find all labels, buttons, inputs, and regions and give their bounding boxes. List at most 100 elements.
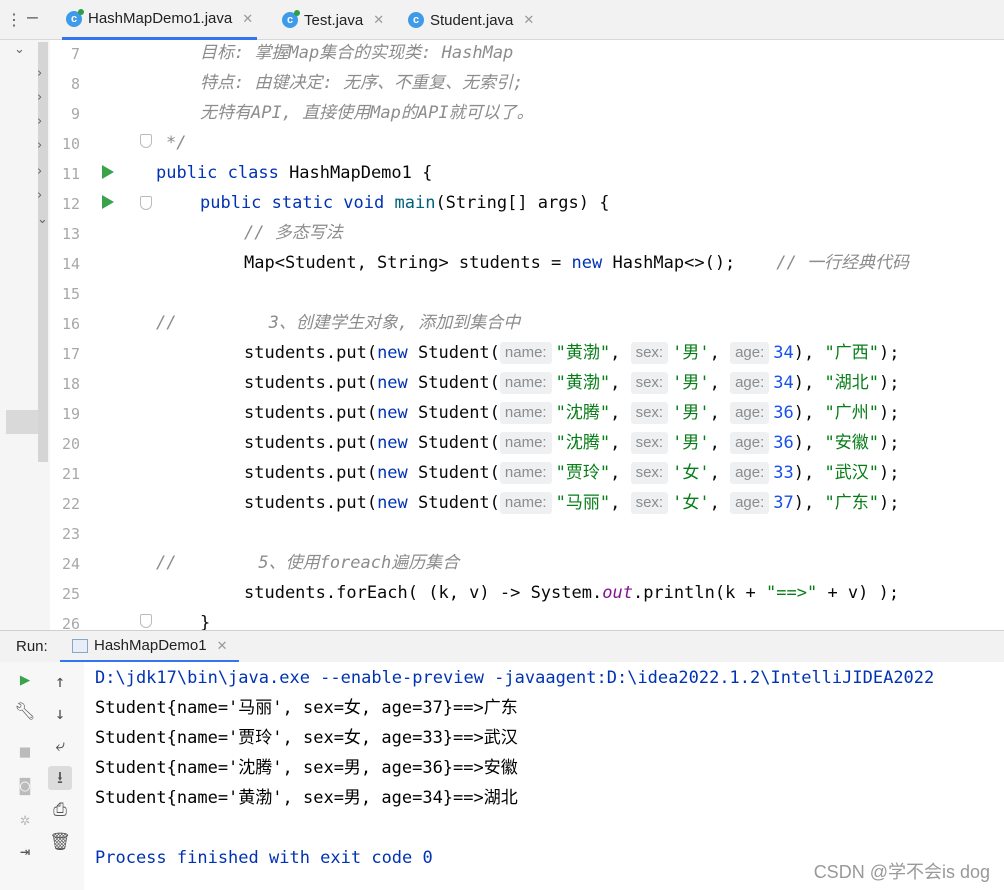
more-tabs-icon[interactable]: ⋮ bbox=[6, 10, 22, 29]
run-gutter-icon[interactable] bbox=[102, 165, 114, 179]
chevron-right-icon[interactable]: › bbox=[37, 66, 42, 81]
java-class-icon: c bbox=[408, 12, 424, 28]
line-number: 11 bbox=[61, 165, 80, 183]
line-number: 18 bbox=[61, 375, 80, 393]
settings-icon[interactable]: ✲ bbox=[13, 808, 37, 832]
run-tab-label: HashMapDemo1 bbox=[94, 637, 207, 654]
tab-test[interactable]: c Test.java ✕ bbox=[282, 0, 384, 40]
argument-value: "湖北" bbox=[824, 373, 879, 393]
param-hint: sex: bbox=[630, 372, 669, 394]
line-number: 24 bbox=[61, 555, 80, 573]
line-number: 14 bbox=[61, 255, 80, 273]
code-editor[interactable]: 7 8 9 10 11 12 13 14 15 16 17 18 19 20 2… bbox=[50, 40, 1004, 630]
tab-label: Test.java bbox=[304, 11, 364, 29]
close-icon[interactable]: ✕ bbox=[373, 12, 384, 28]
put-line: students.put(new Student(name: "黄渤", sex:… bbox=[244, 372, 900, 394]
put-line: students.put(new Student(name: "沈腾", sex:… bbox=[244, 432, 900, 454]
code-line-14: Map<Student, String> students = new Hash… bbox=[244, 253, 909, 273]
run-tab-hashmapdemo1[interactable]: HashMapDemo1 ✕ bbox=[60, 631, 240, 663]
param-hint: age: bbox=[730, 342, 770, 364]
minimize-icon[interactable]: — bbox=[27, 7, 38, 28]
rerun-icon[interactable]: ▶ bbox=[13, 668, 37, 692]
line-number: 23 bbox=[61, 525, 80, 543]
fold-marker-icon[interactable] bbox=[140, 196, 152, 210]
argument-value: "武汉" bbox=[824, 463, 879, 483]
console-output-line: Student{name='沈腾', sex=男, age=36}==>安徽 bbox=[95, 758, 518, 778]
scroll-to-end-icon[interactable]: ⭳ bbox=[48, 766, 72, 790]
chevron-right-icon[interactable]: › bbox=[37, 90, 42, 105]
line-number: 25 bbox=[61, 585, 80, 603]
tab-label: Student.java bbox=[430, 11, 514, 29]
argument-value: "马丽" bbox=[555, 493, 611, 513]
fold-marker-icon[interactable] bbox=[140, 614, 152, 628]
camera-icon[interactable]: ◙ bbox=[13, 774, 37, 798]
param-hint: sex: bbox=[630, 492, 669, 514]
param-hint: name: bbox=[499, 402, 552, 424]
tab-student[interactable]: c Student.java ✕ bbox=[408, 0, 534, 40]
stop-icon[interactable]: ■ bbox=[13, 740, 37, 764]
scrollbar[interactable] bbox=[38, 42, 48, 462]
line-number: 13 bbox=[61, 225, 80, 243]
argument-value: '女' bbox=[672, 463, 710, 483]
wrench-icon[interactable]: 🔧︎ bbox=[13, 700, 37, 724]
code-line-13: // 多态写法 bbox=[244, 223, 343, 243]
argument-value: 34 bbox=[773, 343, 794, 363]
argument-value: "沈腾" bbox=[555, 433, 611, 453]
console-output-line: Student{name='黄渤', sex=男, age=34}==>湖北 bbox=[95, 788, 518, 808]
param-hint: sex: bbox=[630, 342, 669, 364]
close-icon[interactable]: ✕ bbox=[523, 12, 534, 28]
run-gutter-icon[interactable] bbox=[102, 195, 114, 209]
param-hint: sex: bbox=[630, 462, 669, 484]
exit-icon[interactable]: ⇥ bbox=[13, 840, 37, 864]
chevron-right-icon[interactable]: › bbox=[37, 138, 42, 153]
console-output[interactable]: D:\jdk17\bin\java.exe --enable-preview -… bbox=[84, 662, 1004, 890]
line-number: 8 bbox=[70, 75, 80, 93]
chevron-down-icon[interactable]: ⌄ bbox=[37, 212, 48, 227]
code-line-25: students.forEach( (k, v) -> System.out.p… bbox=[244, 583, 900, 603]
project-tree-strip: ⌄ › › › › › › ⌄ bbox=[0, 40, 51, 630]
chevron-down-icon[interactable]: ⌄ bbox=[14, 42, 25, 57]
argument-value: 36 bbox=[773, 403, 794, 423]
watermark: CSDN @学不会is dog bbox=[813, 862, 990, 882]
chevron-right-icon[interactable]: › bbox=[37, 164, 42, 179]
argument-value: '男' bbox=[672, 343, 710, 363]
arrow-up-icon[interactable]: ↑ bbox=[48, 670, 72, 694]
arrow-down-icon[interactable]: ↓ bbox=[48, 702, 72, 726]
code-line-8: 特点: 由键决定: 无序、不重复、无索引; bbox=[200, 73, 524, 93]
chevron-right-icon[interactable]: › bbox=[37, 114, 42, 129]
argument-value: 33 bbox=[773, 463, 794, 483]
argument-value: "广州" bbox=[824, 403, 879, 423]
code-line-26: } bbox=[200, 613, 211, 630]
line-number: 9 bbox=[70, 105, 80, 123]
line-number: 16 bbox=[61, 315, 80, 333]
close-icon[interactable]: ✕ bbox=[217, 638, 228, 654]
line-number: 7 bbox=[70, 45, 80, 63]
print-icon[interactable]: ⎙ bbox=[48, 798, 72, 822]
line-number: 17 bbox=[61, 345, 80, 363]
param-hint: name: bbox=[499, 432, 552, 454]
param-hint: age: bbox=[730, 372, 770, 394]
code-line-12: public static void main(String[] args) { bbox=[200, 193, 610, 213]
line-number: 12 bbox=[61, 195, 80, 213]
put-line: students.put(new Student(name: "贾玲", sex:… bbox=[244, 462, 900, 484]
code-line-7: 目标: 掌握Map集合的实现类: HashMap bbox=[200, 43, 514, 63]
console-command-line: D:\jdk17\bin\java.exe --enable-preview -… bbox=[95, 668, 935, 688]
fold-marker-icon[interactable] bbox=[140, 134, 152, 148]
run-config-icon bbox=[72, 638, 88, 653]
argument-value: '女' bbox=[672, 493, 710, 513]
line-number: 15 bbox=[61, 285, 80, 303]
console-output-line: Student{name='贾玲', sex=女, age=33}==>武汉 bbox=[95, 728, 518, 748]
param-hint: sex: bbox=[630, 402, 669, 424]
trash-icon[interactable]: 🗑︎ bbox=[48, 830, 72, 854]
argument-value: "贾玲" bbox=[555, 463, 611, 483]
param-hint: name: bbox=[499, 372, 552, 394]
code-line-11: public class HashMapDemo1 { bbox=[156, 163, 433, 183]
param-hint: age: bbox=[730, 402, 770, 424]
soft-wrap-icon[interactable]: ⤶ bbox=[48, 734, 72, 758]
tab-hashmapdemo1[interactable]: c HashMapDemo1.java ✕ bbox=[62, 0, 258, 40]
chevron-right-icon[interactable]: › bbox=[37, 188, 42, 203]
argument-value: "安徽" bbox=[824, 433, 879, 453]
close-icon[interactable]: ✕ bbox=[242, 11, 253, 27]
tab-label: HashMapDemo1.java bbox=[88, 10, 233, 27]
line-number: 22 bbox=[61, 495, 80, 513]
